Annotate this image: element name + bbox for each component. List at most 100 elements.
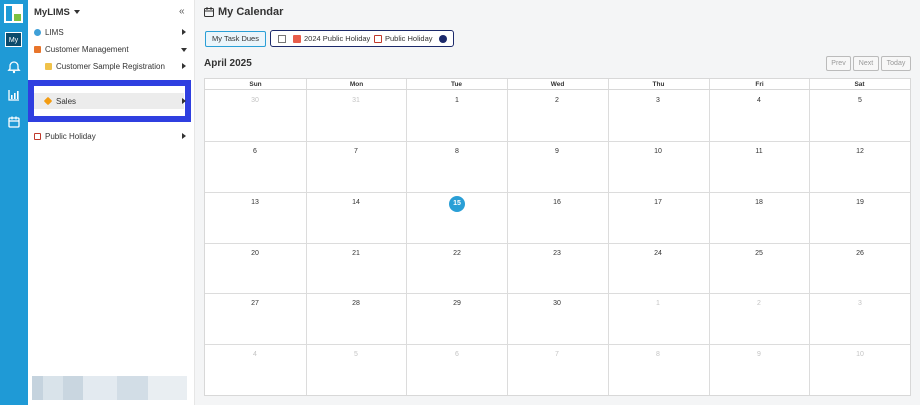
day-cell[interactable]: 14	[346, 199, 366, 206]
day-cell[interactable]: 28	[346, 300, 366, 307]
grid-row-divider	[205, 192, 910, 193]
next-button[interactable]: Next	[853, 56, 879, 71]
shield-icon	[34, 46, 41, 53]
day-cell[interactable]: 9	[547, 148, 567, 155]
user-profile-redacted	[32, 376, 187, 400]
day-cell[interactable]: 23	[547, 250, 567, 257]
collapse-sidebar-icon[interactable]: «	[179, 6, 185, 17]
day-cell[interactable]: 29	[447, 300, 467, 307]
day-cell[interactable]: 21	[346, 250, 366, 257]
day-cell[interactable]: 8	[447, 148, 467, 155]
sidebar-item-label: Sales	[56, 97, 77, 106]
sidebar-item-label: LIMS	[45, 28, 64, 37]
calendar-icon[interactable]	[7, 115, 21, 129]
sidebar-item-label: Customer Management	[45, 45, 129, 54]
month-label: April 2025	[204, 58, 252, 69]
day-cell[interactable]: 20	[245, 250, 265, 257]
day-cell[interactable]: 6	[447, 351, 467, 358]
page-title: My Calendar	[218, 6, 284, 18]
chevron-right-icon	[182, 63, 186, 69]
chevron-down-icon	[181, 48, 187, 52]
grid-column-divider	[709, 79, 710, 395]
app-switcher[interactable]: MyLIMS	[34, 7, 80, 18]
bell-icon[interactable]	[7, 60, 21, 74]
day-cell[interactable]: 5	[346, 351, 366, 358]
holiday-icon	[293, 35, 301, 43]
grid-column-divider	[406, 79, 407, 395]
prev-button[interactable]: Prev	[826, 56, 851, 71]
day-cell[interactable]: 3	[850, 300, 870, 307]
weekday-header: Fri	[709, 79, 810, 90]
day-cell[interactable]: 30	[245, 97, 265, 104]
day-cell[interactable]: 22	[447, 250, 467, 257]
today-button[interactable]: Today	[881, 56, 911, 71]
day-cell[interactable]: 4	[245, 351, 265, 358]
grid-column-divider	[507, 79, 508, 395]
weekday-header: Sat	[809, 79, 910, 90]
weekday-header: Thu	[608, 79, 709, 90]
day-cell[interactable]: 19	[850, 199, 870, 206]
day-cell[interactable]: 25	[749, 250, 769, 257]
calendar-icon	[204, 7, 214, 17]
day-cell-today[interactable]: 15	[449, 196, 465, 212]
day-cell[interactable]: 10	[850, 351, 870, 358]
day-cell[interactable]: 3	[648, 97, 668, 104]
icon-rail: My	[0, 0, 28, 405]
filter-2024-public-holiday[interactable]: 2024 Public Holiday	[304, 34, 370, 43]
my-task-dues-button[interactable]: My Task Dues	[205, 31, 266, 47]
day-cell[interactable]: 11	[749, 148, 769, 155]
day-cell[interactable]: 26	[850, 250, 870, 257]
color-dot[interactable]	[439, 35, 447, 43]
sidebar-item-sales[interactable]: Sales	[28, 94, 191, 109]
day-cell[interactable]: 30	[547, 300, 567, 307]
sidebar: MyLIMS « LIMS Customer Management Custom…	[28, 0, 195, 405]
day-cell[interactable]: 31	[346, 97, 366, 104]
day-cell[interactable]: 5	[850, 97, 870, 104]
day-cell[interactable]: 18	[749, 199, 769, 206]
day-cell[interactable]: 24	[648, 250, 668, 257]
day-cell[interactable]: 27	[245, 300, 265, 307]
users-icon	[278, 35, 286, 43]
day-cell[interactable]: 16	[547, 199, 567, 206]
chevron-right-icon	[182, 98, 186, 104]
diamond-icon	[43, 96, 53, 106]
day-cell[interactable]: 12	[850, 148, 870, 155]
sidebar-item-public-holiday[interactable]: Public Holiday	[28, 129, 195, 144]
document-icon	[45, 63, 52, 70]
day-cell[interactable]: 17	[648, 199, 668, 206]
sidebar-item-customer-management[interactable]: Customer Management	[28, 42, 195, 57]
grid-column-divider	[608, 79, 609, 395]
grid-column-divider	[809, 79, 810, 395]
weekday-header: Tue	[406, 79, 507, 90]
my-workspace-button[interactable]: My	[5, 32, 22, 47]
calendar-icon	[374, 35, 382, 43]
day-cell[interactable]: 2	[749, 300, 769, 307]
chevron-down-icon	[73, 10, 80, 15]
day-cell[interactable]: 8	[648, 351, 668, 358]
day-cell[interactable]: 2	[547, 97, 567, 104]
grid-row-divider	[205, 344, 910, 345]
grid-row-divider	[205, 243, 910, 244]
sidebar-item-customer-sample-registration[interactable]: Customer Sample Registration	[28, 59, 195, 74]
sidebar-item-label: Public Holiday	[45, 132, 96, 141]
day-cell[interactable]: 9	[749, 351, 769, 358]
sidebar-item-label: Customer Sample Registration	[56, 62, 165, 71]
sidebar-item-lims[interactable]: LIMS	[28, 25, 195, 40]
day-cell[interactable]: 13	[245, 199, 265, 206]
chevron-right-icon	[182, 133, 186, 139]
day-cell[interactable]: 6	[245, 148, 265, 155]
weekday-header: Wed	[507, 79, 608, 90]
app-logo-icon[interactable]	[4, 4, 23, 23]
calendar-filter-group: 2024 Public Holiday Public Holiday	[270, 30, 454, 47]
day-cell[interactable]: 10	[648, 148, 668, 155]
filter-public-holiday[interactable]: Public Holiday	[385, 34, 433, 43]
day-cell[interactable]: 1	[648, 300, 668, 307]
chart-icon[interactable]	[7, 88, 21, 102]
chevron-right-icon	[182, 29, 186, 35]
day-cell[interactable]: 4	[749, 97, 769, 104]
day-cell[interactable]: 1	[447, 97, 467, 104]
day-cell[interactable]: 7	[547, 351, 567, 358]
weekday-header: Mon	[306, 79, 407, 90]
globe-icon	[34, 29, 41, 36]
day-cell[interactable]: 7	[346, 148, 366, 155]
